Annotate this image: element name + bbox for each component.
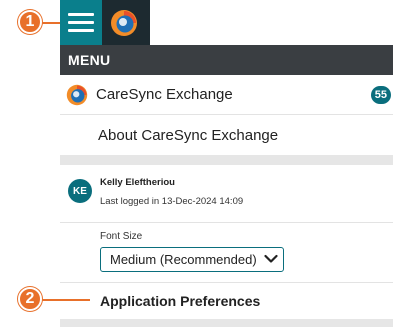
menu-item-label: Application Preferences bbox=[100, 293, 261, 309]
menu-item-caresync-exchange[interactable]: CareSync Exchange 55 bbox=[60, 75, 393, 115]
caresync-logo-icon bbox=[66, 84, 88, 105]
menu-item-label: CareSync Exchange bbox=[96, 86, 233, 103]
callout-two: 2 bbox=[18, 287, 42, 311]
caresync-logo-icon[interactable] bbox=[110, 9, 138, 37]
font-size-select[interactable]: Medium (Recommended) bbox=[100, 247, 284, 272]
notification-count-badge: 55 bbox=[370, 86, 391, 104]
font-size-label: Font Size bbox=[100, 231, 143, 242]
hamburger-icon bbox=[68, 12, 94, 34]
last-login-text: Last logged in 13-Dec-2024 14:09 bbox=[100, 196, 244, 207]
menu-item-label: About CareSync Exchange bbox=[98, 126, 279, 144]
user-info: KE Kelly Eleftheriou Last logged in 13-D… bbox=[60, 165, 393, 223]
menu-header: MENU bbox=[60, 45, 393, 75]
callout-two-line bbox=[42, 299, 90, 301]
user-name: Kelly Eleftheriou bbox=[100, 177, 175, 188]
section-divider bbox=[60, 155, 393, 165]
callout-one-line bbox=[42, 22, 62, 24]
section-divider bbox=[60, 319, 393, 327]
menu-panel: MENU CareSync Exchange 55 About CareSync… bbox=[60, 45, 393, 329]
menu-item-about[interactable]: About CareSync Exchange bbox=[60, 115, 393, 155]
menu-toggle-button[interactable] bbox=[60, 0, 102, 45]
chevron-down-icon bbox=[264, 254, 278, 263]
font-size-section: Font Size Medium (Recommended) bbox=[60, 223, 393, 283]
avatar: KE bbox=[68, 179, 92, 203]
menu-item-application-preferences[interactable]: Application Preferences bbox=[60, 283, 393, 319]
callout-one: 1 bbox=[18, 10, 42, 34]
font-size-selected-value: Medium (Recommended) bbox=[110, 252, 257, 267]
